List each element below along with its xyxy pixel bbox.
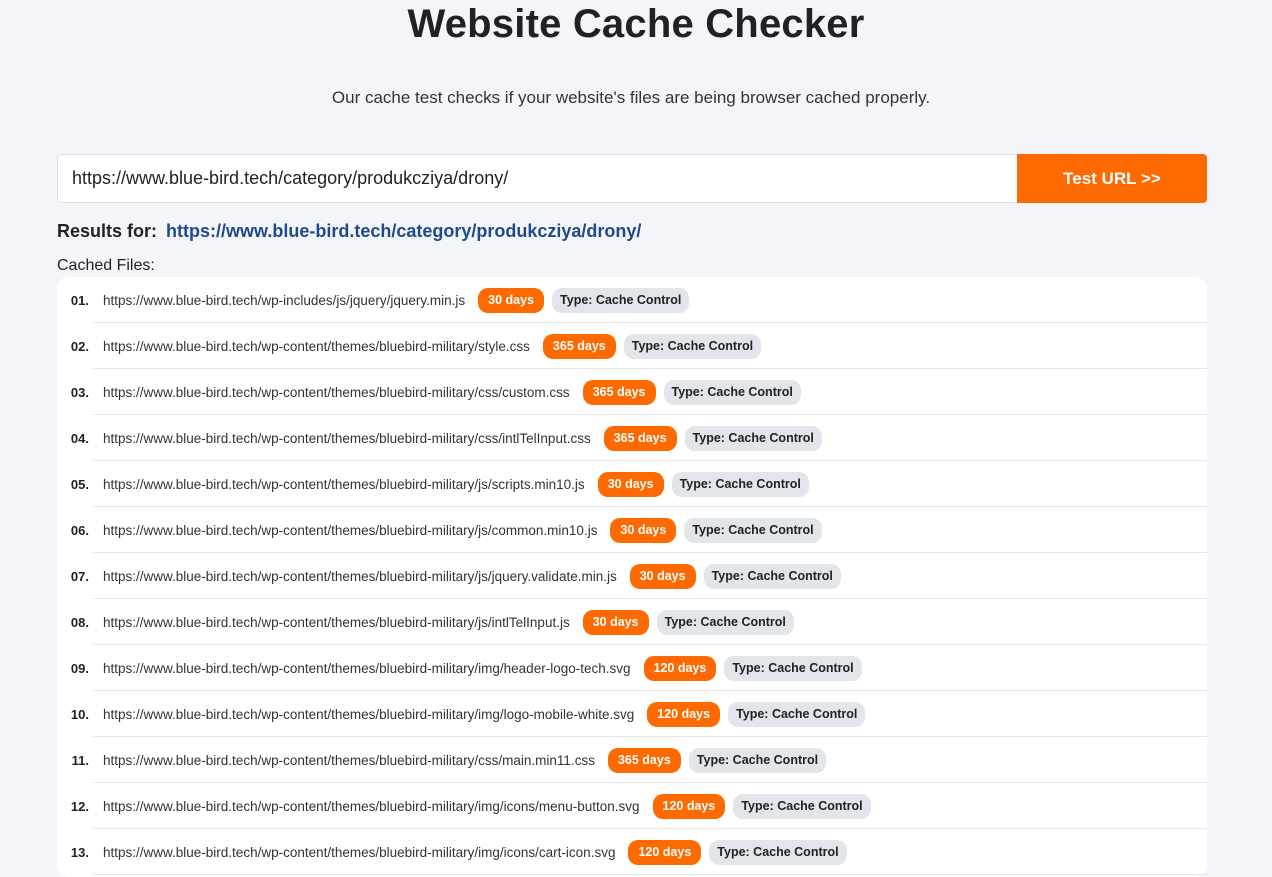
results-url-link[interactable]: https://www.blue-bird.tech/category/prod… <box>166 221 641 241</box>
page-subtitle: Our cache test checks if your website's … <box>331 88 931 107</box>
row-number: 05. <box>70 476 89 492</box>
row-number: 11. <box>71 752 89 768</box>
row-number: 03. <box>70 384 89 400</box>
file-row: 12. https://www.blue-bird.tech/wp-content… <box>57 783 1207 829</box>
page-title: Website Cache Checker <box>407 2 865 46</box>
cached-files-heading: Cached Files: <box>57 257 155 274</box>
file-row: 07. https://www.blue-bird.tech/wp-content… <box>57 553 1207 599</box>
file-url: https://www.blue-bird.tech/wp-content/th… <box>103 798 640 814</box>
row-number: 08. <box>70 614 89 630</box>
row-number: 12. <box>70 798 89 814</box>
cache-age-badge: 365 days <box>542 333 616 359</box>
file-url: https://www.blue-bird.tech/wp-content/th… <box>103 752 595 768</box>
url-input[interactable] <box>57 154 1017 203</box>
file-row: 09. https://www.blue-bird.tech/wp-content… <box>57 645 1207 691</box>
file-row: 04. https://www.blue-bird.tech/wp-content… <box>57 415 1207 461</box>
cache-age-badge: 365 days <box>607 747 681 773</box>
results-label: Results for: <box>57 221 158 241</box>
row-number: 01. <box>70 292 89 308</box>
cache-type-badge: Type: Cache Control <box>623 333 762 359</box>
url-test-form: Test URL >> <box>57 154 1207 203</box>
file-url: https://www.blue-bird.tech/wp-content/th… <box>103 844 616 860</box>
file-row: 11. https://www.blue-bird.tech/wp-content… <box>57 737 1207 783</box>
test-url-button[interactable]: Test URL >> <box>1017 154 1207 203</box>
cache-type-badge: Type: Cache Control <box>733 793 871 819</box>
row-number: 02. <box>70 338 89 354</box>
file-url: https://www.blue-bird.tech/wp-includes/j… <box>103 292 466 308</box>
cache-type-badge: Type: Cache Control <box>656 609 794 635</box>
results-heading: Results for: https://www.blue-bird.tech/… <box>57 221 641 242</box>
file-url: https://www.blue-bird.tech/wp-content/th… <box>103 384 570 400</box>
cached-files-list: 01. https://www.blue-bird.tech/wp-include… <box>57 277 1207 875</box>
file-url: https://www.blue-bird.tech/wp-content/th… <box>103 338 530 354</box>
file-row: 03. https://www.blue-bird.tech/wp-content… <box>57 369 1207 415</box>
file-url: https://www.blue-bird.tech/wp-content/th… <box>103 568 617 584</box>
cache-type-badge: Type: Cache Control <box>684 517 822 543</box>
cache-age-badge: 120 days <box>652 793 726 819</box>
cache-age-badge: 30 days <box>597 471 664 497</box>
cache-age-badge: 30 days <box>610 517 677 543</box>
cache-type-badge: Type: Cache Control <box>663 379 801 405</box>
cache-age-badge: 120 days <box>628 839 702 865</box>
cache-age-badge: 30 days <box>582 609 649 635</box>
file-url: https://www.blue-bird.tech/wp-content/th… <box>103 522 598 538</box>
row-number: 10. <box>70 706 89 722</box>
file-url: https://www.blue-bird.tech/wp-content/th… <box>103 430 591 446</box>
row-number: 06. <box>70 522 89 538</box>
cache-age-badge: 30 days <box>478 287 545 313</box>
file-row: 06. https://www.blue-bird.tech/wp-content… <box>57 507 1207 553</box>
file-row: 10. https://www.blue-bird.tech/wp-content… <box>57 691 1207 737</box>
cache-type-badge: Type: Cache Control <box>671 471 809 497</box>
cache-age-badge: 120 days <box>647 701 721 727</box>
cached-files-card: 01. https://www.blue-bird.tech/wp-include… <box>57 277 1207 877</box>
cache-type-badge: Type: Cache Control <box>724 655 862 681</box>
row-number: 04. <box>70 430 89 446</box>
cache-age-badge: 365 days <box>603 425 677 451</box>
file-url: https://www.blue-bird.tech/wp-content/th… <box>103 660 631 676</box>
file-row: 02. https://www.blue-bird.tech/wp-content… <box>57 323 1207 369</box>
cache-type-badge: Type: Cache Control <box>703 563 841 589</box>
cache-type-badge: Type: Cache Control <box>728 701 866 727</box>
file-row: 05. https://www.blue-bird.tech/wp-content… <box>57 461 1207 507</box>
file-row: 08. https://www.blue-bird.tech/wp-content… <box>57 599 1207 645</box>
file-url: https://www.blue-bird.tech/wp-content/th… <box>103 476 585 492</box>
cache-type-badge: Type: Cache Control <box>688 747 827 773</box>
cache-type-badge: Type: Cache Control <box>552 287 690 313</box>
cache-type-badge: Type: Cache Control <box>709 839 847 865</box>
file-row: 01. https://www.blue-bird.tech/wp-include… <box>57 277 1207 323</box>
file-url: https://www.blue-bird.tech/wp-content/th… <box>103 614 570 630</box>
file-url: https://www.blue-bird.tech/wp-content/th… <box>103 706 635 722</box>
row-number: 07. <box>70 568 89 584</box>
cache-type-badge: Type: Cache Control <box>684 425 822 451</box>
cache-age-badge: 30 days <box>629 563 696 589</box>
row-number: 09. <box>70 660 89 676</box>
file-row: 13. https://www.blue-bird.tech/wp-content… <box>57 829 1207 875</box>
cache-age-badge: 365 days <box>582 379 656 405</box>
cache-age-badge: 120 days <box>643 655 717 681</box>
row-number: 13. <box>70 844 89 860</box>
